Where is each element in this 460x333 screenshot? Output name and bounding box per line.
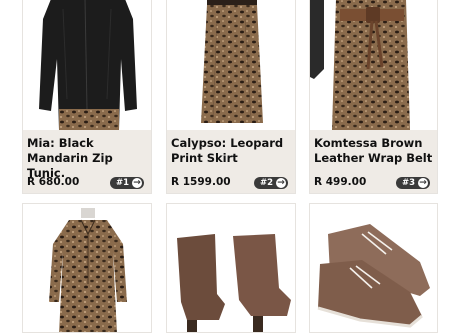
product-card[interactable]: Mia: Black Mandarin Zip Tunic. R 680.00 … — [22, 0, 152, 194]
rank-label: #2 — [259, 178, 273, 188]
product-card[interactable]: Calypso: Leopard Print Skirt R 1599.00 #… — [166, 0, 296, 194]
product-card[interactable] — [22, 203, 152, 333]
product-card[interactable] — [309, 203, 438, 333]
product-card[interactable] — [166, 203, 296, 333]
product-image-brown-sneakers[interactable] — [310, 204, 437, 332]
rank-badge[interactable]: #2 → — [253, 177, 288, 189]
rank-badge[interactable]: #3 → — [395, 177, 430, 189]
product-info: Komtessa Brown Leather Wrap Belt R 499.0… — [310, 130, 437, 193]
rank-badge[interactable]: #1 → — [109, 177, 144, 189]
product-image-black-tunic[interactable] — [23, 0, 151, 130]
arrow-right-circle-icon: → — [132, 178, 142, 188]
product-price: R 1599.00 — [171, 176, 231, 188]
arrow-right-circle-icon: → — [418, 178, 428, 188]
product-image-brown-ankle-boots[interactable] — [167, 204, 295, 332]
product-image-leopard-shirt-dress[interactable] — [23, 204, 151, 332]
rank-label: #1 — [115, 178, 129, 188]
product-title[interactable]: Komtessa Brown Leather Wrap Belt — [314, 136, 433, 166]
product-title[interactable]: Mia: Black Mandarin Zip Tunic. — [27, 136, 147, 181]
product-info: Calypso: Leopard Print Skirt R 1599.00 #… — [167, 130, 295, 193]
product-title[interactable]: Calypso: Leopard Print Skirt — [171, 136, 291, 166]
product-info: Mia: Black Mandarin Zip Tunic. R 680.00 … — [23, 130, 151, 193]
product-image-leopard-skirt[interactable] — [167, 0, 295, 130]
product-image-brown-belt[interactable] — [310, 0, 437, 130]
rank-label: #3 — [401, 178, 415, 188]
arrow-right-circle-icon: → — [276, 178, 286, 188]
product-price: R 499.00 — [314, 176, 367, 188]
product-price: R 680.00 — [27, 176, 80, 188]
product-card[interactable]: Komtessa Brown Leather Wrap Belt R 499.0… — [309, 0, 438, 194]
